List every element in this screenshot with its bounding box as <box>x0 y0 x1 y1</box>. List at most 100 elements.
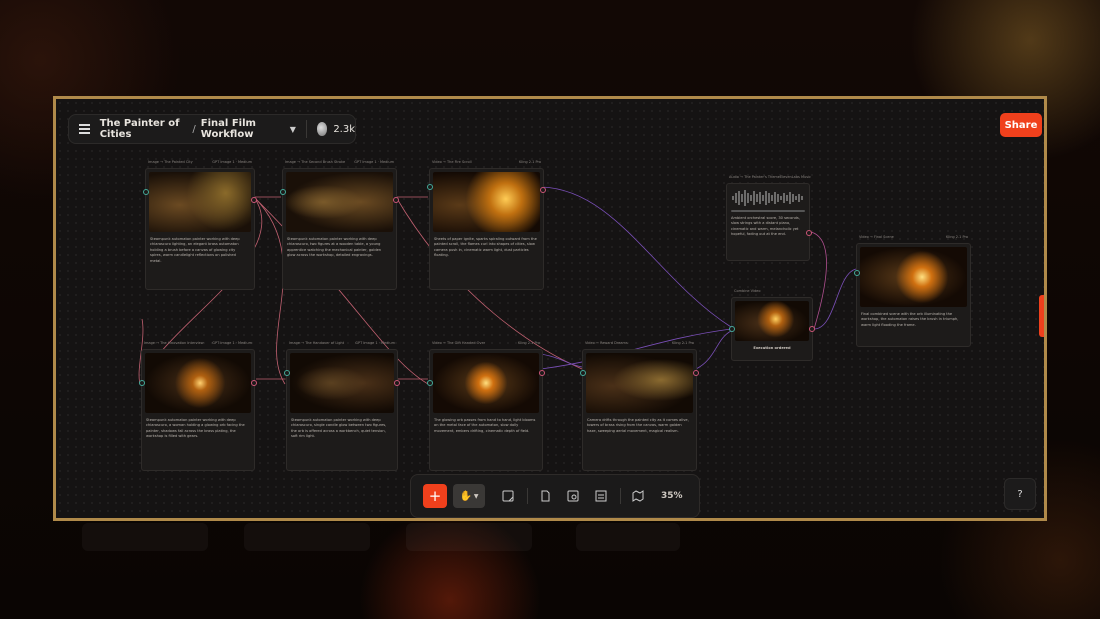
workflow-node[interactable]: Image → The Second Brush Stroke GPT Image… <box>280 160 399 290</box>
node-prompt-text: Steampunk automaton painter working with… <box>150 237 240 263</box>
combine-node[interactable]: Combine Video Execution ordered <box>729 289 815 361</box>
audio-progress-bar[interactable] <box>731 210 805 212</box>
sticky-note-icon[interactable] <box>497 485 519 507</box>
header-divider <box>305 120 307 138</box>
input-port[interactable] <box>280 189 286 195</box>
output-port[interactable] <box>394 380 400 386</box>
node-model: ElevenLabs Music <box>779 175 811 179</box>
side-panel-handle[interactable] <box>1039 295 1044 337</box>
node-title: Video → Final Scene <box>859 235 894 239</box>
wire <box>695 330 732 370</box>
node-prompt-text: Steampunk automaton painter working with… <box>146 418 245 439</box>
node-prompt-text: Sheets of paper ignite, sparks spiraling… <box>434 237 537 258</box>
output-port[interactable] <box>539 370 545 376</box>
workflow-node[interactable]: Image → The Handover of Light GPT Image 1… <box>284 341 400 471</box>
breadcrumb-separator: / <box>192 123 196 135</box>
input-port[interactable] <box>427 380 433 386</box>
share-button[interactable]: Share <box>1000 113 1042 137</box>
node-image-preview <box>735 301 809 341</box>
workflow-node[interactable]: Video → Final Scene Kling 2.1 Pro Final c… <box>854 235 971 347</box>
node-title: Video → The Fire Scroll <box>432 160 472 164</box>
zoom-level[interactable]: 35% <box>661 491 683 501</box>
output-port[interactable] <box>251 197 257 203</box>
breadcrumb-workflow[interactable]: Final Film Workflow <box>201 118 286 140</box>
node-prompt-text: Final combined scene with the orb illumi… <box>861 312 959 327</box>
toolbar-divider <box>527 488 528 504</box>
input-port[interactable] <box>143 189 149 195</box>
input-port[interactable] <box>284 370 290 376</box>
node-image-preview <box>433 353 539 413</box>
node-image-preview <box>860 247 967 307</box>
background-ghost-block <box>82 523 208 551</box>
background-ghost-block <box>406 523 532 551</box>
project-header: The Painter of Cities / Final Film Workf… <box>68 114 356 144</box>
breadcrumb-project[interactable]: The Painter of Cities <box>100 118 188 140</box>
node-model: GPT Image 1 · Medium <box>354 160 394 164</box>
avatar[interactable] <box>316 122 328 136</box>
node-prompt-text: Camera drifts through the painted city a… <box>587 418 689 433</box>
hand-tool-button[interactable]: ✋ ▼ <box>453 484 485 508</box>
workflow-node[interactable]: Video → Reward Dreams Kling 2.1 Pro Camer… <box>580 341 699 471</box>
node-prompt-text: Steampunk automaton painter working with… <box>291 418 387 439</box>
workflow-node[interactable]: Video → The Fire Scroll Kling 2.1 Pro She… <box>427 160 546 290</box>
output-port[interactable] <box>251 380 257 386</box>
workflow-canvas[interactable]: The Painter of Cities / Final Film Workf… <box>53 96 1047 521</box>
toolbar-divider <box>620 488 621 504</box>
node-image-preview <box>145 353 251 413</box>
node-prompt-text: The glowing orb passes from hand to hand… <box>434 418 536 433</box>
output-port[interactable] <box>806 230 812 236</box>
node-model: GPT Image 1 · Medium <box>212 341 252 345</box>
input-port[interactable] <box>580 370 586 376</box>
audio-waveform <box>732 190 803 206</box>
input-port[interactable] <box>427 184 433 190</box>
map-icon[interactable] <box>627 485 649 507</box>
wire <box>253 196 286 385</box>
output-port[interactable] <box>693 370 699 376</box>
chevron-down-icon[interactable]: ▼ <box>290 125 296 134</box>
audio-node[interactable]: Audio → The Painter's Theme ElevenLabs Mu… <box>726 175 812 261</box>
node-title: Image → The Painted City <box>148 160 193 164</box>
node-title: Video → Reward Dreams <box>585 341 628 345</box>
input-port[interactable] <box>729 326 735 332</box>
node-prompt-text: Steampunk automaton painter working with… <box>287 237 382 258</box>
output-port[interactable] <box>393 197 399 203</box>
node-model: GPT Image 1 · Medium <box>212 160 252 164</box>
node-model: Kling 2.1 Pro <box>945 235 968 239</box>
background-ghost-block <box>576 523 680 551</box>
hamburger-menu-icon[interactable] <box>79 122 90 136</box>
node-image-preview <box>149 172 251 232</box>
node-image-preview <box>286 172 393 232</box>
layout-icon[interactable] <box>590 485 612 507</box>
node-title: Audio → The Painter's Theme <box>729 175 780 179</box>
node-model: Kling 2.1 Pro <box>518 160 541 164</box>
image-search-icon[interactable] <box>562 485 584 507</box>
node-title: Image → The Handover of Light <box>289 341 345 345</box>
execution-order-label: Execution ordered <box>753 346 791 350</box>
node-prompt-text: Ambient orchestral score, 30 seconds, sl… <box>731 216 800 237</box>
output-port[interactable] <box>809 326 815 332</box>
help-button[interactable]: ? <box>1004 478 1036 510</box>
input-port[interactable] <box>139 380 145 386</box>
wire <box>540 186 732 328</box>
node-title: Video → The Gift Handed Over <box>432 341 486 345</box>
workflow-node[interactable]: Video → The Gift Handed Over Kling 2.1 Pr… <box>427 341 545 471</box>
node-title: Combine Video <box>734 289 761 293</box>
workflow-node[interactable]: Image → The Innovation Interview GPT Imag… <box>139 341 257 471</box>
wire <box>813 268 857 330</box>
view-count: 2.3k <box>333 123 356 135</box>
document-icon[interactable] <box>534 485 556 507</box>
node-title: Image → The Second Brush Stroke <box>285 160 346 164</box>
node-model: GPT Image 1 · Medium <box>355 341 395 345</box>
node-image-preview <box>290 353 394 413</box>
background-ghost-block <box>244 523 370 551</box>
wire <box>540 353 583 368</box>
node-title: Image → The Innovation Interview <box>144 341 204 345</box>
node-model: Kling 2.1 Pro <box>671 341 694 345</box>
input-port[interactable] <box>854 270 860 276</box>
node-image-preview <box>433 172 540 232</box>
add-node-button[interactable]: + <box>423 484 447 508</box>
output-port[interactable] <box>540 187 546 193</box>
workflow-node[interactable]: Image → The Painted City GPT Image 1 · Me… <box>143 160 257 290</box>
node-image-preview <box>586 353 693 413</box>
node-model: Kling 2.1 Pro <box>517 341 540 345</box>
